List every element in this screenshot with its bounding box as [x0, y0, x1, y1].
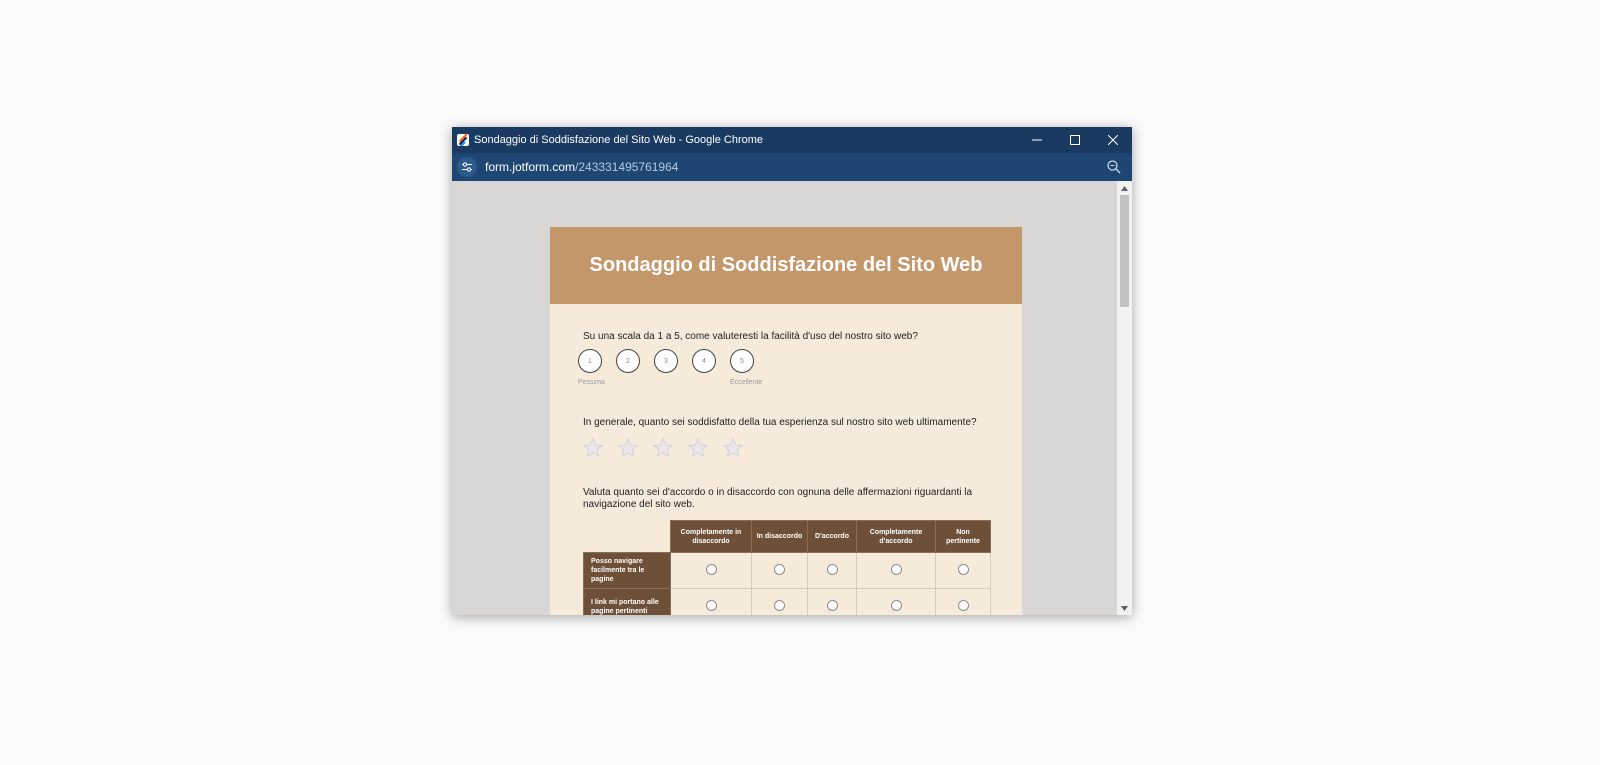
matrix-cell[interactable]	[751, 588, 808, 615]
url-text[interactable]: form.jotform.com/243331495761964	[485, 160, 678, 174]
minimize-button[interactable]	[1018, 127, 1056, 153]
scale-option-2[interactable]: 2	[616, 349, 640, 373]
form-card: Sondaggio di Soddisfazione del Sito Web …	[550, 227, 1022, 615]
question-navigation: Valuta quanto sei d'accordo o in disacco…	[583, 487, 973, 510]
radio-button[interactable]	[890, 564, 902, 575]
browser-window: Sondaggio di Soddisfazione del Sito Web …	[452, 127, 1132, 615]
scale-option-3[interactable]: 3	[654, 349, 678, 373]
star-icon[interactable]	[617, 437, 639, 459]
address-bar[interactable]: form.jotform.com/243331495761964	[452, 153, 1132, 181]
star-icon[interactable]	[582, 437, 604, 459]
question-satisfaction: In generale, quanto sei soddisfatto dell…	[583, 417, 977, 428]
url-domain: form.jotform.com	[485, 160, 576, 174]
arrow-up-icon	[1121, 185, 1128, 191]
close-button[interactable]	[1094, 127, 1132, 153]
star-icon[interactable]	[687, 437, 709, 459]
radio-button[interactable]	[890, 600, 902, 611]
matrix-cell[interactable]	[751, 552, 808, 589]
scroll-up-button[interactable]	[1117, 181, 1132, 195]
minimize-icon	[1032, 139, 1042, 141]
radio-button[interactable]	[774, 600, 785, 611]
title-bar[interactable]: Sondaggio di Soddisfazione del Sito Web …	[452, 127, 1132, 153]
matrix-cell[interactable]	[935, 552, 991, 589]
matrix-cell[interactable]	[670, 552, 752, 589]
scale-low-label: Pessima	[578, 379, 605, 386]
rating-scale: 1 2 3 4 5	[578, 349, 754, 373]
radio-button[interactable]	[705, 564, 717, 575]
close-icon	[1108, 135, 1118, 145]
matrix-row: I link mi portano alle pagine pertinenti	[583, 588, 991, 615]
scroll-thumb[interactable]	[1120, 195, 1129, 307]
window-title: Sondaggio di Soddisfazione del Sito Web …	[474, 134, 764, 146]
star-rating	[582, 437, 744, 459]
matrix-cell[interactable]	[856, 552, 936, 589]
radio-button[interactable]	[826, 564, 838, 575]
navigation-matrix: Completamente in disaccordo In disaccord…	[583, 520, 991, 615]
jotform-favicon-icon	[457, 134, 469, 146]
matrix-cell[interactable]	[856, 588, 936, 615]
star-icon[interactable]	[652, 437, 674, 459]
matrix-col-header: Non pertinente	[935, 520, 991, 553]
zoom-icon[interactable]	[1106, 159, 1122, 175]
vertical-scrollbar[interactable]	[1117, 181, 1132, 615]
scroll-down-button[interactable]	[1117, 601, 1132, 615]
tune-icon	[462, 162, 472, 172]
matrix-cell[interactable]	[935, 588, 991, 615]
scale-option-4[interactable]: 4	[692, 349, 716, 373]
matrix-row: Posso navigare facilmente tra le pagine	[583, 552, 991, 589]
form-title: Sondaggio di Soddisfazione del Sito Web	[589, 254, 983, 276]
matrix-cell[interactable]	[670, 588, 752, 615]
matrix-col-header: D'accordo	[807, 520, 857, 553]
matrix-col-header: Completamente in disaccordo	[670, 520, 752, 553]
matrix-cell[interactable]	[807, 552, 857, 589]
radio-button[interactable]	[774, 564, 785, 575]
matrix-col-header: Completamente d'accordo	[856, 520, 936, 553]
matrix-row-header: I link mi portano alle pagine pertinenti	[583, 588, 671, 615]
maximize-icon	[1070, 135, 1080, 145]
page-viewport[interactable]: Sondaggio di Soddisfazione del Sito Web …	[452, 181, 1117, 615]
radio-button[interactable]	[957, 600, 969, 611]
matrix-row-header: Posso navigare facilmente tra le pagine	[583, 552, 671, 589]
matrix-cell[interactable]	[807, 588, 857, 615]
matrix-col-header: In disaccordo	[751, 520, 808, 553]
scale-option-1[interactable]: 1	[578, 349, 602, 373]
maximize-button[interactable]	[1056, 127, 1094, 153]
star-icon[interactable]	[722, 437, 744, 459]
matrix-header-row: Completamente in disaccordo In disaccord…	[584, 520, 991, 553]
question-ease-of-use: Su una scala da 1 a 5, come valuteresti …	[583, 331, 918, 342]
scale-option-5[interactable]: 5	[730, 349, 754, 373]
radio-button[interactable]	[957, 564, 969, 575]
matrix-corner	[584, 521, 671, 553]
radio-button[interactable]	[826, 600, 838, 611]
url-path: /243331495761964	[575, 160, 679, 174]
radio-button[interactable]	[705, 600, 717, 611]
arrow-down-icon	[1121, 605, 1128, 611]
window-controls	[1018, 127, 1132, 153]
form-header: Sondaggio di Soddisfazione del Sito Web	[550, 227, 1022, 304]
scale-high-label: Eccellente	[730, 379, 763, 386]
site-info-button[interactable]	[457, 157, 477, 177]
